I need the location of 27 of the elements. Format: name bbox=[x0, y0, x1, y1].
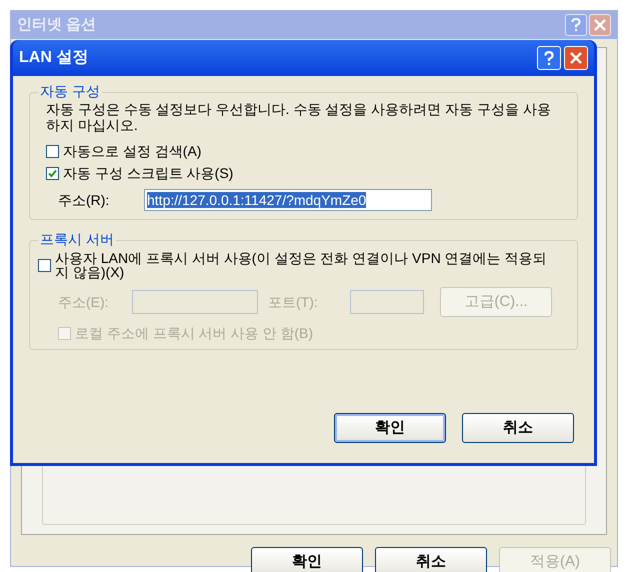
checkbox[interactable] bbox=[38, 259, 51, 272]
window-title: LAN 설정 bbox=[19, 50, 88, 66]
window-title: 인터넷 옵션 bbox=[17, 17, 96, 33]
close-icon bbox=[594, 19, 606, 31]
help-button[interactable] bbox=[565, 14, 587, 36]
field-label: 주소(E): bbox=[58, 294, 110, 310]
checkbox-label[interactable]: 자동 구성 스크립트 사용(S) bbox=[63, 165, 234, 181]
description-text: 자동 구성은 수동 설정보다 우선합니다. 수동 설정을 사용하려면 자동 구성을 사용하지 마십시오. bbox=[46, 101, 552, 133]
close-button[interactable] bbox=[564, 46, 588, 70]
help-icon bbox=[571, 18, 581, 32]
group-title: 프록시 서버 bbox=[38, 231, 116, 247]
checkbox[interactable] bbox=[46, 166, 59, 180]
checkbox[interactable] bbox=[46, 144, 59, 158]
close-button[interactable] bbox=[589, 14, 611, 36]
field-label: 주소(R): bbox=[58, 192, 110, 208]
input-field[interactable]: http://127.0.0.1:11427/?mdqYmZe0 bbox=[144, 189, 432, 211]
button[interactable]: 확인 bbox=[251, 547, 363, 572]
field-label: 포트(T): bbox=[268, 294, 319, 310]
group-title: 자동 구성 bbox=[38, 83, 102, 99]
button[interactable]: 취소 bbox=[375, 547, 487, 572]
help-button[interactable] bbox=[537, 46, 561, 70]
help-icon bbox=[544, 50, 554, 66]
checkbox-label[interactable]: 사용자 LAN에 프록시 서버 사용(이 설정은 전화 연결이나 VPN 연결에는 적용되지 않음)(X) bbox=[55, 251, 561, 279]
close-icon bbox=[570, 52, 582, 64]
checkbox-label[interactable]: 자동으로 설정 검색(A) bbox=[63, 143, 202, 159]
button[interactable]: 확인 bbox=[334, 413, 446, 443]
button[interactable]: 취소 bbox=[462, 413, 574, 443]
